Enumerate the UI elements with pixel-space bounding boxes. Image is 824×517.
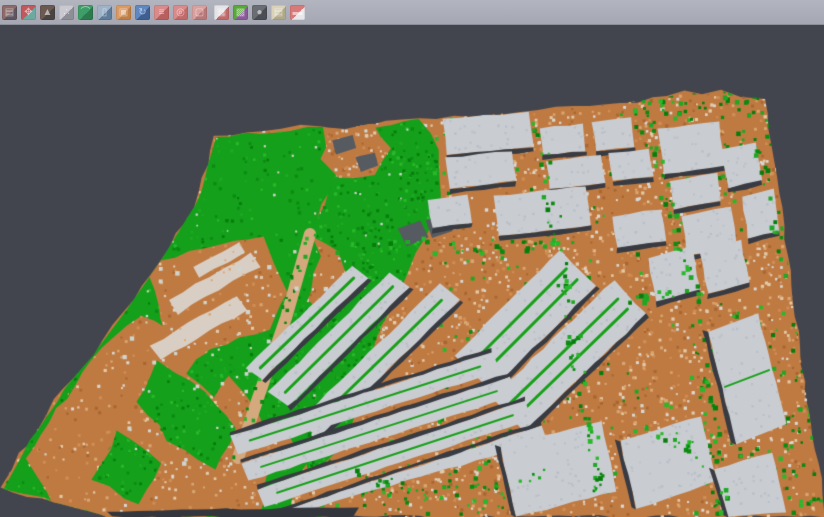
ortho-image-icon[interactable]: ▣ [116,5,131,20]
texture-icon[interactable]: ▤ [2,5,17,20]
close-icon[interactable]: ▬ [290,5,305,20]
contours-icon[interactable]: ≡ [154,5,169,20]
move-points-icon[interactable]: ✥ [21,5,36,20]
application-window: ▤ ✥ ▲ ∴ ⌒ ▯ ▣ ↻ ≡ ◎ ▢ ▦ ▩ ● ▤ ▬ [0,0,824,517]
terrain-icon[interactable]: ▲ [40,5,55,20]
profile-icon[interactable]: ▯ [97,5,112,20]
selection-box-icon[interactable]: ▢ [192,5,207,20]
settings-icon[interactable]: ● [252,5,267,20]
points-icon[interactable]: ∴ [59,5,74,20]
surface-icon[interactable]: ⌒ [78,5,93,20]
target-icon[interactable]: ◎ [173,5,188,20]
classification-icon[interactable]: ▩ [233,5,248,20]
grid-icon[interactable]: ▦ [214,5,229,20]
table-icon[interactable]: ▤ [271,5,286,20]
main-toolbar: ▤ ✥ ▲ ∴ ⌒ ▯ ▣ ↻ ≡ ◎ ▢ ▦ ▩ ● ▤ ▬ [0,0,824,25]
3d-point-cloud-viewport[interactable] [0,26,824,517]
rotate-view-icon[interactable]: ↻ [135,5,150,20]
